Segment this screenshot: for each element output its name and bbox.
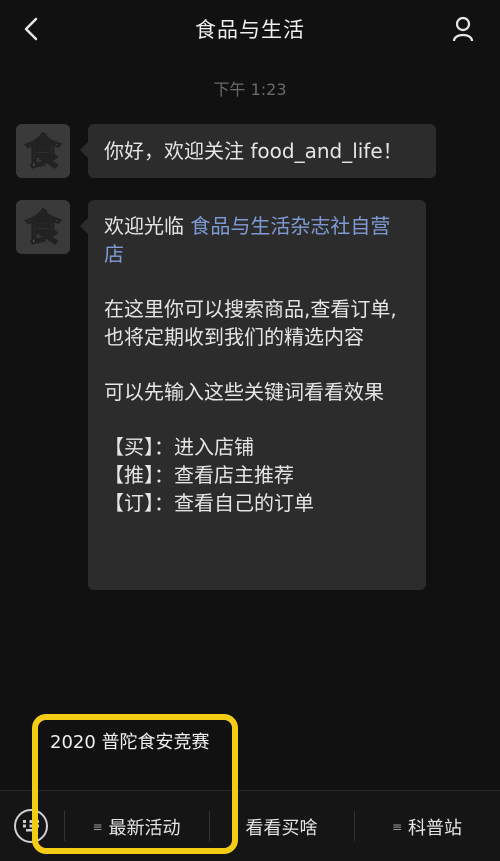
menu-science-station[interactable]: ≡ 科普站 [354,791,500,861]
menu-label: 看看买啥 [245,817,318,839]
highlight-annotation [32,714,238,854]
brand-logo-icon: 食 [16,124,70,178]
brand-logo-icon: 食 [16,200,70,254]
back-button[interactable] [14,12,48,46]
command-buy: 【买】：进入店铺 [104,435,254,459]
message-text: 你好，欢迎关注 food_and_life！ [104,139,403,163]
chat-screen: 食品与生活 下午 1:23 食 你好，欢迎关注 food_and_life！ 食… [0,0,500,861]
avatar[interactable]: 食 [16,200,70,254]
menu-label: 科普站 [408,817,463,839]
avatar[interactable]: 食 [16,124,70,178]
message-timestamp: 下午 1:23 [213,80,287,99]
command-orders: 【订】：查看自己的订单 [104,491,314,515]
header-bar: 食品与生活 [0,0,500,58]
welcome-intro: 欢迎光临 [104,214,191,238]
menu-list-icon: ≡ [391,819,403,834]
message-paragraph: 可以先输入这些关键词看看效果 [104,380,384,404]
svg-text:食: 食 [25,208,62,249]
profile-button[interactable] [448,12,478,46]
chevron-left-icon [24,17,38,41]
svg-text:食: 食 [25,132,62,173]
command-recommend: 【推】：查看店主推荐 [104,463,294,487]
message-paragraph: 在这里你可以搜索商品,查看订单,也将定期收到我们的精选内容 [104,297,397,349]
page-title: 食品与生活 [195,18,305,42]
welcome-text: 欢迎光临 食品与生活杂志社自营店 [104,212,410,268]
person-icon [452,16,474,42]
message-bubble: 你好，欢迎关注 food_and_life！ [80,124,436,178]
message-bubble: 欢迎光临 食品与生活杂志社自营店 在这里你可以搜索商品,查看订单,也将定期收到我… [80,200,426,590]
